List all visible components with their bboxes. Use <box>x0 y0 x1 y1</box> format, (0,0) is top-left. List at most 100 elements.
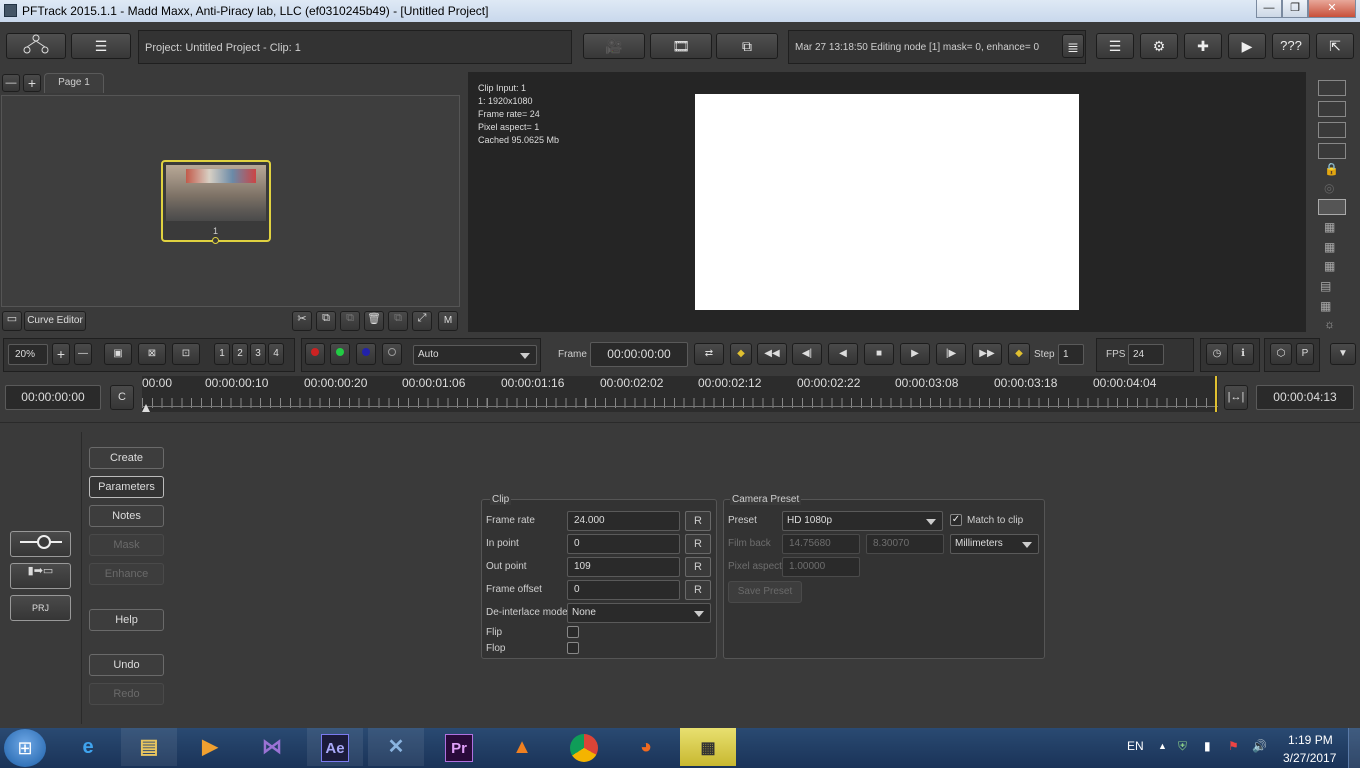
tab-page-1[interactable]: Page 1 <box>44 73 104 93</box>
fps-field[interactable]: 24 <box>1128 344 1164 365</box>
grid-fill-icon[interactable]: ▦ <box>1324 259 1335 273</box>
marker-button[interactable]: M <box>438 311 458 331</box>
language-indicator[interactable]: EN <box>1127 739 1144 753</box>
alpha-channel-button[interactable] <box>382 343 402 365</box>
frame-rate-reset-button[interactable]: R <box>685 511 711 531</box>
log-button[interactable]: ≣ <box>1062 34 1084 58</box>
group-node-button[interactable]: ⧉ <box>388 311 408 331</box>
play-reverse-button[interactable]: ◀ <box>828 343 858 365</box>
grid-add-icon[interactable]: ▦ <box>1324 220 1335 234</box>
rewind-button[interactable]: ◀◀ <box>757 343 787 365</box>
frame-rate-field[interactable]: 24.000 <box>567 511 680 531</box>
project-mode-button[interactable]: PRJ <box>10 595 71 621</box>
fast-forward-button[interactable]: ▶▶ <box>972 343 1002 365</box>
next-key-button[interactable]: ◆ <box>1008 343 1030 365</box>
signal-icon[interactable]: ▮ <box>1204 739 1211 753</box>
layout-quad-button[interactable] <box>1318 143 1346 159</box>
out-marker[interactable] <box>1215 376 1217 412</box>
layout-single-button[interactable] <box>1318 80 1346 96</box>
layout-menu-button[interactable]: ☰ <box>1096 33 1134 59</box>
zoom-out-tree-button[interactable]: — <box>2 74 20 92</box>
cut-button[interactable]: ✂ <box>292 311 312 331</box>
grid-dots-icon[interactable]: ▤ <box>1320 279 1331 293</box>
pftrack-taskbar-button[interactable]: ✕ <box>368 728 424 766</box>
fit-view-button[interactable]: ⤢ <box>412 311 432 331</box>
prev-key-button[interactable]: ◆ <box>730 343 752 365</box>
out-point-reset-button[interactable]: R <box>685 557 711 577</box>
red-channel-button[interactable] <box>305 343 325 365</box>
ie-taskbar-button[interactable]: e <box>60 728 116 766</box>
channel-mode-select[interactable]: Auto <box>413 345 537 365</box>
export-view-button[interactable]: ⧉ <box>716 33 778 59</box>
view-2-button[interactable]: 2 <box>232 343 248 365</box>
film-back-height-field[interactable]: 8.30070 <box>866 534 944 554</box>
step-back-button[interactable]: ◀| <box>792 343 822 365</box>
grid-large-icon[interactable]: ▦ <box>1320 299 1331 313</box>
zoom-in-button[interactable]: + <box>52 343 70 365</box>
cube-button[interactable]: ⬡ <box>1270 343 1292 365</box>
fit-frame-button[interactable]: ▣ <box>104 343 132 365</box>
clip-node[interactable]: 1 <box>161 160 271 244</box>
firefox-taskbar-button[interactable]: ◕ <box>618 728 674 766</box>
orbit-icon[interactable]: ◎ <box>1324 181 1334 195</box>
zoom-field[interactable]: 20% <box>8 344 48 365</box>
help-side-button[interactable]: Help <box>89 609 164 631</box>
grid-view-button[interactable] <box>1318 199 1346 215</box>
redo-button[interactable]: Redo <box>89 683 164 705</box>
loop-mode-button[interactable]: ⇄ <box>694 343 724 365</box>
show-hidden-icons[interactable]: ▲ <box>1158 741 1167 751</box>
premiere-taskbar-button[interactable]: Pr <box>431 728 487 766</box>
p-button[interactable]: P <box>1296 343 1314 365</box>
toolbox-button[interactable]: ✚ <box>1184 33 1222 59</box>
film-view-button[interactable]: 🎞 <box>650 33 712 59</box>
node-tree-button[interactable] <box>6 33 66 59</box>
maximize-button[interactable]: ❐ <box>1282 0 1308 18</box>
camera-view-button[interactable]: 🎥 <box>583 33 645 59</box>
viewer[interactable]: Clip Input: 1 1: 1920x1080 Frame rate= 2… <box>468 72 1306 332</box>
grid-icon[interactable]: ▦ <box>1324 240 1335 254</box>
parameters-mode-button[interactable] <box>10 531 71 557</box>
blue-channel-button[interactable] <box>356 343 376 365</box>
flop-checkbox[interactable] <box>567 642 579 654</box>
enhance-button[interactable]: Enhance <box>89 563 164 585</box>
view-1-button[interactable]: 1 <box>214 343 230 365</box>
flip-checkbox[interactable] <box>567 626 579 638</box>
pixel-aspect-field[interactable]: 1.00000 <box>782 557 860 577</box>
step-field[interactable]: 1 <box>1058 344 1084 365</box>
settings-button[interactable]: ⚙ <box>1140 33 1178 59</box>
explorer-taskbar-button[interactable]: ▤ <box>121 728 177 766</box>
zoom-in-tree-button[interactable]: + <box>23 74 41 92</box>
step-forward-button[interactable]: |▶ <box>936 343 966 365</box>
in-point-field[interactable]: 0 <box>567 534 680 554</box>
minimize-button[interactable]: — <box>1256 0 1282 18</box>
timeline-fit-button[interactable]: |↔| <box>1224 385 1248 410</box>
stop-button[interactable]: ■ <box>864 343 894 365</box>
frame-field[interactable]: 00:00:00:00 <box>590 342 688 367</box>
frame-offset-field[interactable]: 0 <box>567 580 680 600</box>
film-back-width-field[interactable]: 14.75680 <box>782 534 860 554</box>
in-point-reset-button[interactable]: R <box>685 534 711 554</box>
view-3-button[interactable]: 3 <box>250 343 266 365</box>
chrome-taskbar-button[interactable] <box>556 728 612 766</box>
exposure-icon[interactable]: ☼ <box>1324 317 1335 331</box>
timeline-ruler[interactable]: 00:00 00:00:00:10 00:00:00:20 00:00:01:0… <box>142 376 1218 412</box>
proxy-button[interactable]: ⊠ <box>138 343 166 365</box>
timeline-end-field[interactable]: 00:00:04:13 <box>1256 385 1354 410</box>
clock-button[interactable]: ◷ <box>1206 343 1228 365</box>
frame-offset-reset-button[interactable]: R <box>685 580 711 600</box>
volume-icon[interactable]: 🔊 <box>1252 739 1267 753</box>
info-button[interactable]: ℹ <box>1232 343 1254 365</box>
curve-editor-button[interactable]: Curve Editor <box>24 311 86 331</box>
green-channel-button[interactable] <box>330 343 350 365</box>
node-canvas[interactable]: 1 <box>1 95 460 307</box>
media-taskbar-button[interactable]: ▶ <box>182 728 238 766</box>
after-effects-taskbar-button[interactable]: Ae <box>307 728 363 766</box>
network-security-icon[interactable]: ⛨ <box>1178 739 1187 754</box>
units-select[interactable]: Millimeters <box>950 534 1039 554</box>
playback-button[interactable]: ▶ <box>1228 33 1266 59</box>
start-button[interactable]: ⊞ <box>4 729 46 767</box>
paste-node-button[interactable]: ⧉ <box>340 311 360 331</box>
create-button[interactable]: Create <box>89 447 164 469</box>
layout-horizontal-button[interactable] <box>1318 122 1346 138</box>
delete-node-button[interactable]: 🗑 <box>364 311 384 331</box>
